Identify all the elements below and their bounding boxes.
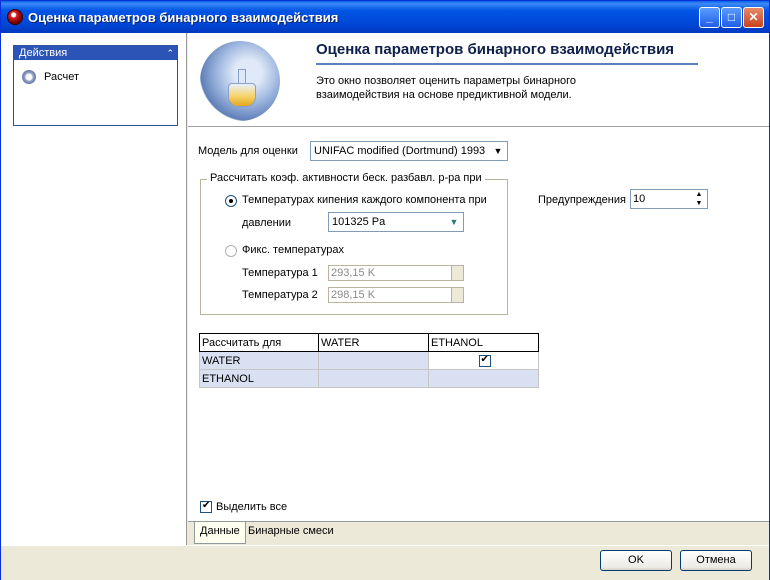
page-header: Оценка параметров бинарного взаимодейств… <box>188 33 769 127</box>
grid-cell[interactable] <box>428 351 539 370</box>
model-select[interactable]: UNIFAC modified (Dortmund) 1993 ▼ <box>310 141 508 161</box>
grid-col-header[interactable]: ETHANOL <box>428 333 539 352</box>
radio-fixed-temps[interactable] <box>225 245 237 257</box>
action-calculate[interactable]: Расчет <box>22 70 79 84</box>
temp2-label: Температура 2 <box>242 289 318 301</box>
ok-button[interactable]: OK <box>600 550 672 571</box>
grid-row-header[interactable]: ETHANOL <box>199 369 319 388</box>
grid-header-row: Рассчитать для WATER ETHANOL <box>199 333 539 352</box>
grid-checkbox[interactable] <box>478 354 491 367</box>
pair-grid: Рассчитать для WATER ETHANOL WATER ETHAN… <box>199 333 539 388</box>
flask-icon <box>228 69 256 109</box>
tab-data[interactable]: Данные <box>194 522 246 544</box>
model-label: Модель для оценки <box>198 145 298 157</box>
main-pane: Оценка параметров бинарного взаимодейств… <box>188 33 769 545</box>
radio-fixed-label: Фикс. температурах <box>242 244 344 256</box>
warnings-spinner[interactable]: 10 ▲ ▼ <box>630 189 708 209</box>
title-bar[interactable]: Оценка параметров бинарного взаимодейств… <box>1 1 769 33</box>
table-row: ETHANOL <box>199 369 539 388</box>
pressure-value: 101325 Pa <box>332 216 386 228</box>
actions-header[interactable]: Действия ⌃ <box>14 46 177 60</box>
radio-boiling-label: Температурах кипения каждого компонента … <box>242 194 487 206</box>
tab-binary-mixtures[interactable]: Бинарные смеси <box>243 522 339 544</box>
button-bar: OK Отмена <box>1 545 769 580</box>
spin-up-icon[interactable]: ▲ <box>691 190 707 199</box>
collapse-icon[interactable]: ⌃ <box>166 46 174 60</box>
pressure-label: давлении <box>242 217 292 229</box>
select-all-control[interactable]: Выделить все <box>200 500 288 513</box>
select-all-label: Выделить все <box>216 501 288 513</box>
grid-cell[interactable] <box>428 369 539 388</box>
grid-cell[interactable] <box>318 351 429 370</box>
maximize-button[interactable]: □ <box>721 7 742 28</box>
dialog-window: Оценка параметров бинарного взаимодейств… <box>0 0 770 580</box>
cancel-button[interactable]: Отмена <box>680 550 752 571</box>
page-description: Это окно позволяет оценить параметры бин… <box>316 75 577 101</box>
table-row: WATER <box>199 351 539 370</box>
radio-boiling-temps[interactable] <box>225 195 237 207</box>
actions-panel: Действия ⌃ Расчет <box>13 45 178 126</box>
chevron-down-icon[interactable]: ▼ <box>489 142 507 160</box>
chevron-down-icon[interactable]: ▼ <box>445 213 463 231</box>
spin-down-icon[interactable]: ▼ <box>691 199 707 208</box>
grid-corner: Рассчитать для <box>199 333 319 352</box>
flask-illustration <box>200 41 280 121</box>
activity-calc-group: Рассчитать коэф. активности беск. разбав… <box>200 172 508 315</box>
grid-row-header[interactable]: WATER <box>199 351 319 370</box>
warnings-label: Предупреждения <box>538 194 626 206</box>
temp1-input[interactable]: 293,15 K <box>328 265 464 281</box>
warnings-value: 10 <box>633 193 646 205</box>
actions-pane: Действия ⌃ Расчет <box>1 33 187 545</box>
actions-header-label: Действия <box>19 47 68 59</box>
temp2-value: 298,15 K <box>331 289 376 301</box>
pressure-select[interactable]: 101325 Pa ▼ <box>328 212 464 232</box>
grid-col-header[interactable]: WATER <box>318 333 429 352</box>
tab-bar: Данные Бинарные смеси <box>188 521 769 545</box>
minimize-button[interactable]: _ <box>699 7 720 28</box>
page-title: Оценка параметров бинарного взаимодейств… <box>316 41 675 58</box>
window-title: Оценка параметров бинарного взаимодейств… <box>28 10 339 25</box>
action-calculate-label: Расчет <box>44 71 79 83</box>
temp2-input[interactable]: 298,15 K <box>328 287 464 303</box>
select-all-checkbox[interactable] <box>200 500 212 513</box>
temp1-value: 293,15 K <box>331 267 376 279</box>
close-button[interactable]: ✕ <box>743 7 764 28</box>
grid-cell[interactable] <box>318 369 429 388</box>
model-select-value: UNIFAC modified (Dortmund) 1993 <box>314 145 486 157</box>
title-underline <box>316 63 698 65</box>
calculate-icon <box>22 70 36 84</box>
app-icon <box>7 9 23 25</box>
group-title: Рассчитать коэф. активности беск. разбав… <box>207 172 485 184</box>
temp1-label: Температура 1 <box>242 267 318 279</box>
